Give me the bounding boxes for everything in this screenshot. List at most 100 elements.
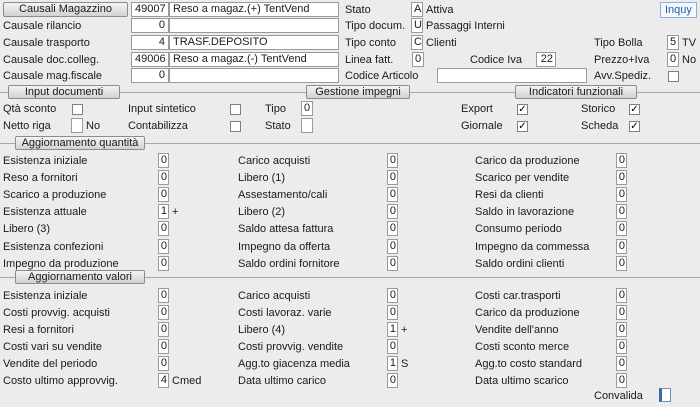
codice-articolo-label: Codice Articolo [345, 70, 419, 82]
quantita-col1-value[interactable]: 1 [158, 204, 169, 220]
valori-col1-value[interactable]: 0 [158, 356, 169, 371]
netto-riga-field[interactable] [71, 118, 83, 133]
main-desc-field[interactable]: Reso a magaz.(+) TentVend [169, 2, 339, 17]
impegni-stato-field[interactable] [301, 118, 313, 133]
quantita-col3-value[interactable]: 0 [616, 153, 627, 168]
aggiornamento-valori-header: Aggiornamento valori [15, 270, 145, 284]
tipo-documento-code[interactable]: U [411, 18, 423, 33]
quantita-col3-value[interactable]: 0 [616, 187, 627, 203]
avv-spediz-checkbox[interactable] [668, 71, 679, 82]
quantita-col1-label: Esistenza attuale [3, 206, 87, 219]
quantita-col2-value[interactable]: 0 [387, 255, 398, 271]
causali-magazzino-button[interactable]: Causali Magazzino [3, 2, 128, 17]
quantita-col3-value[interactable]: 0 [616, 204, 627, 220]
main-code-field[interactable]: 49007 [131, 2, 169, 17]
valori-col1-value[interactable]: 0 [158, 305, 169, 320]
valori-col1-label: Costi provvig. acquisti [3, 307, 110, 319]
quantita-col2-value[interactable]: 0 [387, 221, 398, 237]
quantita-col1-value[interactable]: 0 [158, 187, 169, 203]
tipo-conto-code[interactable]: C [411, 35, 423, 50]
causale-trasporto-code[interactable]: 4 [131, 35, 169, 50]
quantita-col1-value[interactable]: 0 [158, 170, 169, 186]
valori-col2-label: Costi provvig. vendite [238, 341, 344, 353]
valori-col1-value[interactable]: 0 [158, 288, 169, 303]
causale-rilancio-desc[interactable] [169, 18, 339, 33]
giornale-checkbox[interactable]: ✓ [517, 121, 528, 132]
stato-code[interactable]: A [411, 2, 423, 17]
valori-col3-value[interactable]: 0 [616, 339, 627, 354]
quantita-col3-label: Impegno da commessa [475, 240, 590, 253]
contabilizza-label: Contabilizza [128, 120, 188, 132]
valori-col2-value[interactable]: 0 [387, 288, 398, 303]
quantita-col3-value[interactable]: 0 [616, 170, 627, 186]
codice-iva-field[interactable]: 22 [536, 52, 556, 67]
causale-rilancio-code[interactable]: 0 [131, 18, 169, 33]
quantita-col2-value[interactable]: 0 [387, 187, 398, 203]
convalida-toggle[interactable] [659, 388, 671, 402]
quantita-col2-value[interactable]: 0 [387, 238, 398, 254]
valori-col1-suffix: Cmed [172, 375, 202, 387]
quantita-col3-label: Resi da clienti [475, 189, 544, 202]
codice-articolo-field[interactable] [437, 68, 587, 83]
valori-col3-value[interactable]: 0 [616, 356, 627, 371]
valori-col3-value[interactable]: 0 [616, 373, 627, 388]
valori-col2-value[interactable]: 0 [387, 305, 398, 320]
causale-rilancio-label: Causale rilancio [3, 20, 82, 32]
causale-trasporto-desc[interactable]: TRASF.DEPOSITO [169, 35, 339, 50]
quantita-col2-label: Carico acquisti [238, 155, 311, 167]
quantita-col1-value[interactable]: 0 [158, 221, 169, 237]
scheda-checkbox[interactable]: ✓ [629, 121, 640, 132]
quantita-col2-value[interactable]: 0 [387, 204, 398, 220]
valori-col1-label: Vendite del periodo [3, 358, 98, 370]
valori-col1-value[interactable]: 4 [158, 373, 169, 388]
causale-doc-colleg-label: Causale doc.colleg. [3, 54, 100, 66]
causale-mag-fiscale-desc[interactable] [169, 68, 339, 83]
valori-col2-value[interactable]: 1 [387, 322, 398, 337]
impegni-stato-label: Stato [265, 120, 291, 132]
tipo-bolla-field[interactable]: 5 [667, 35, 679, 50]
qta-sconto-checkbox[interactable] [72, 104, 83, 115]
indicatori-funzionali-header: Indicatori funzionali [515, 85, 637, 99]
impegni-tipo-label: Tipo [265, 103, 286, 115]
quantita-col3-value[interactable]: 0 [616, 238, 627, 254]
quantita-col2-label: Assestamento/cali [238, 189, 328, 202]
valori-col1-value[interactable]: 0 [158, 339, 169, 354]
valori-col3-value[interactable]: 0 [616, 305, 627, 320]
export-checkbox[interactable]: ✓ [517, 104, 528, 115]
avv-spediz-label: Avv.Spediz. [594, 70, 652, 82]
valori-col2-label: Data ultimo carico [238, 375, 327, 387]
quantita-col3-label: Scarico per vendite [475, 172, 570, 185]
valori-col3-label: Agg.to costo standard [475, 358, 583, 370]
valori-col2-value[interactable]: 0 [387, 373, 398, 388]
valori-col1-label: Esistenza iniziale [3, 290, 88, 302]
inquiry-button[interactable]: Inquy [660, 2, 697, 18]
valori-col3-label: Carico da produzione [475, 307, 580, 319]
valori-col3-value[interactable]: 0 [616, 322, 627, 337]
quantita-col1-value[interactable]: 0 [158, 153, 169, 168]
storico-label: Storico [581, 103, 616, 115]
quantita-col2-label: Libero (1) [238, 172, 286, 185]
causale-doc-colleg-code[interactable]: 49006 [131, 52, 169, 67]
valori-col3-value[interactable]: 0 [616, 288, 627, 303]
causale-mag-fiscale-code[interactable]: 0 [131, 68, 169, 83]
prezzo-iva-field[interactable]: 0 [667, 52, 679, 67]
quantita-col3-value[interactable]: 0 [616, 255, 627, 271]
valori-col1-value[interactable]: 0 [158, 322, 169, 337]
storico-checkbox[interactable]: ✓ [629, 104, 640, 115]
impegni-tipo-field[interactable]: 0 [301, 101, 313, 116]
causale-doc-colleg-desc[interactable]: Reso a magaz.(-) TentVend [169, 52, 339, 67]
valori-col2-value[interactable]: 1 [387, 356, 398, 371]
tipo-bolla-desc: TV [682, 37, 697, 49]
contabilizza-checkbox[interactable] [230, 121, 241, 132]
quantita-col2-value[interactable]: 0 [387, 170, 398, 186]
quantita-col3-value[interactable]: 0 [616, 221, 627, 237]
quantita-col1-value[interactable]: 0 [158, 255, 169, 271]
input-documenti-header: Input documenti [8, 85, 120, 99]
quantita-col1-value[interactable]: 0 [158, 238, 169, 254]
valori-col3-label: Costi car.trasporti [475, 290, 561, 302]
quantita-col2-value[interactable]: 0 [387, 153, 398, 168]
valori-col2-value[interactable]: 0 [387, 339, 398, 354]
linea-fatt-field[interactable]: 0 [412, 52, 424, 67]
quantita-col2-label: Libero (2) [238, 206, 286, 219]
input-sintetico-checkbox[interactable] [230, 104, 241, 115]
